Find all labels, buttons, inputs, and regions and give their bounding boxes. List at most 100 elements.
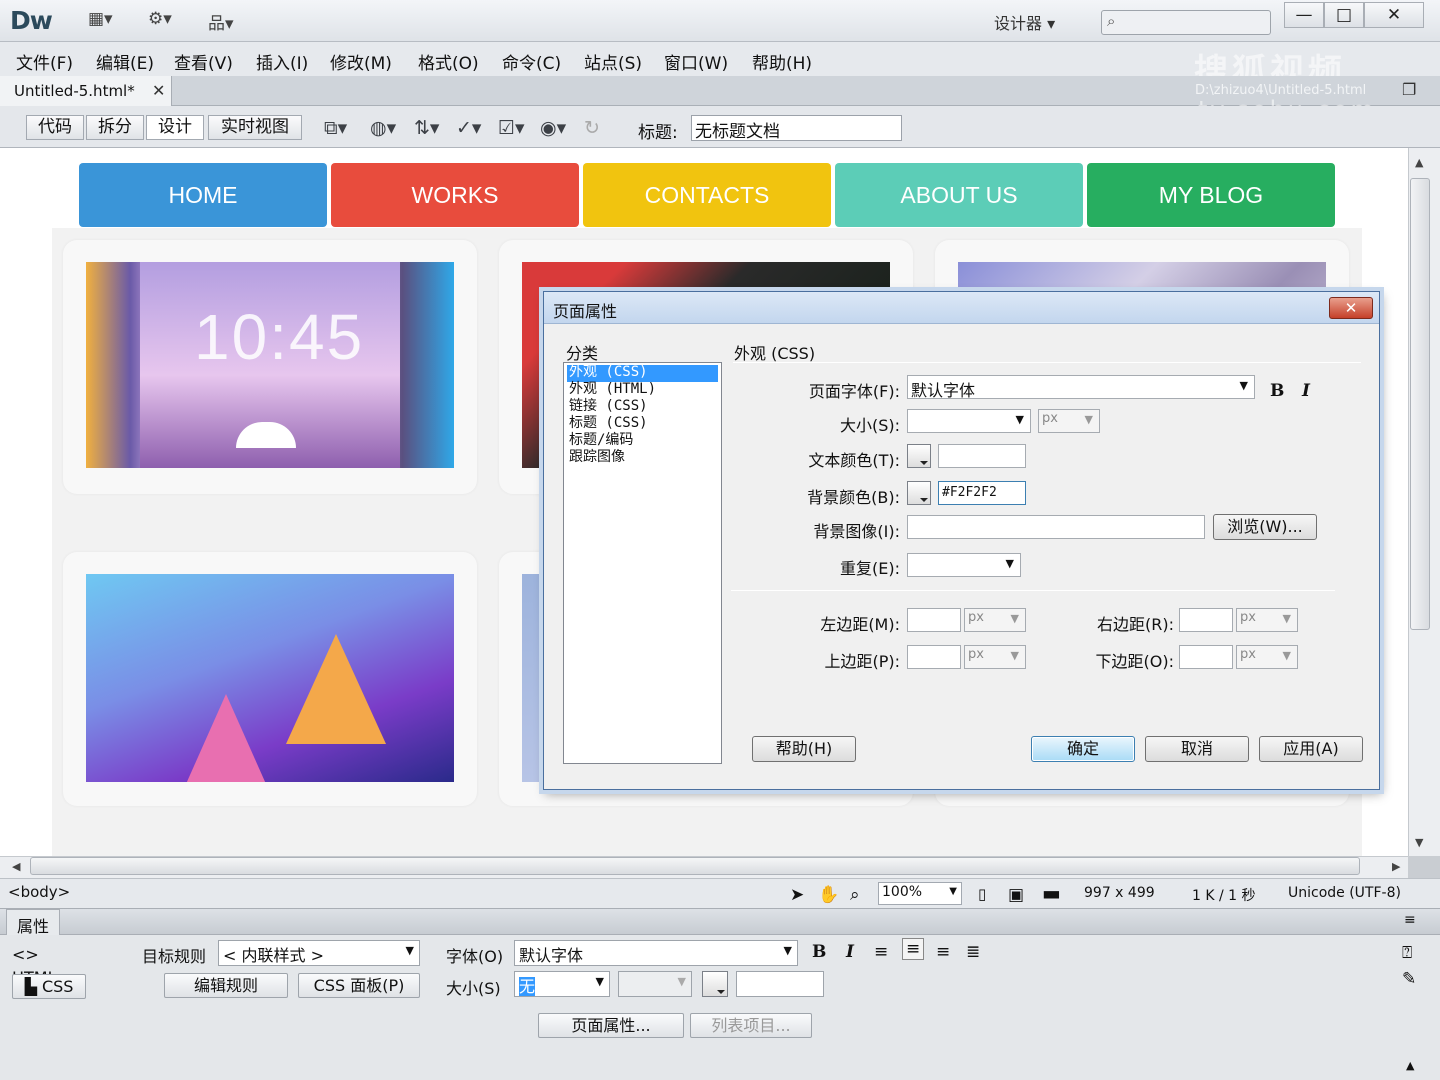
code-view-button[interactable]: 代码 (26, 115, 84, 140)
ok-button[interactable]: 确定 (1031, 736, 1135, 762)
document-tab[interactable]: Untitled-5.html* ✕ (0, 76, 172, 106)
category-tracing-image[interactable]: 跟踪图像 (567, 450, 718, 467)
gear-icon[interactable]: ⚙▾ (148, 9, 172, 29)
align-right-icon[interactable]: ≡ (936, 942, 950, 962)
list-item-button[interactable]: 列表项目... (690, 1013, 812, 1038)
visual-aids-icon[interactable]: ◉▾ (540, 117, 566, 139)
background-image-input[interactable] (907, 515, 1205, 539)
align-justify-icon[interactable]: ≣ (966, 942, 980, 962)
scroll-down-icon[interactable]: ▼ (1415, 836, 1423, 849)
font-select[interactable]: 默认字体 ▼ (514, 940, 798, 966)
bold-button[interactable]: B (812, 942, 826, 962)
split-view-button[interactable]: 拆分 (86, 115, 144, 140)
align-left-icon[interactable]: ≡ (874, 942, 888, 962)
dialog-italic-button[interactable]: I (1302, 381, 1310, 401)
nav-home[interactable]: HOME (79, 163, 327, 227)
dialog-close-button[interactable]: ✕ (1329, 297, 1373, 319)
scroll-right-icon[interactable]: ▶ (1392, 860, 1400, 873)
menu-format[interactable]: 格式(O) (418, 49, 479, 74)
browse-button[interactable]: 浏览(W)... (1213, 514, 1317, 540)
maximize-button[interactable]: □ (1324, 2, 1364, 28)
tag-selector[interactable]: <body> (8, 883, 70, 901)
zoom-select[interactable]: 100% ▼ (878, 882, 962, 905)
help-button[interactable]: 帮助(H) (752, 736, 856, 762)
menu-window[interactable]: 窗口(W) (664, 49, 728, 74)
site-icon[interactable]: 品▾ (208, 9, 234, 34)
panel-menu-icon[interactable]: ≡ (1404, 912, 1416, 928)
menu-file[interactable]: 文件(F) (16, 49, 73, 74)
category-appearance-html[interactable]: 外观 (HTML) (567, 382, 718, 399)
quick-tag-editor-icon[interactable]: ✎ (1402, 969, 1416, 989)
text-color-swatch[interactable] (907, 444, 931, 468)
minimize-button[interactable]: — (1284, 2, 1324, 28)
desktop-size-icon[interactable]: ▬ (1042, 881, 1061, 905)
live-view-button[interactable]: 实时视图 (208, 115, 302, 140)
left-margin-input[interactable] (907, 608, 961, 632)
menu-modify[interactable]: 修改(M) (330, 49, 392, 74)
restore-icon[interactable]: ❐ (1402, 80, 1416, 99)
file-management-icon[interactable]: ⇅▾ (414, 117, 439, 139)
workspace-switcher[interactable]: 设计器 ▾ (994, 10, 1055, 34)
bottom-margin-input[interactable] (1179, 645, 1233, 669)
help-icon[interactable]: ⍰ (1402, 943, 1412, 963)
cancel-button[interactable]: 取消 (1145, 736, 1249, 762)
category-list[interactable]: 外观 (CSS) 外观 (HTML) 链接 (CSS) 标题 (CSS) 标题/… (563, 362, 722, 764)
scroll-up-icon[interactable]: ▲ (1415, 156, 1423, 169)
search-input[interactable]: ⌕ (1101, 10, 1271, 35)
size-unit-select[interactable]: ▼ (618, 971, 692, 997)
mobile-size-icon[interactable]: ▯ (978, 885, 986, 903)
size-select[interactable]: ▼ (907, 409, 1031, 433)
page-font-select[interactable]: 默认字体 ▼ (907, 375, 1255, 400)
menu-commands[interactable]: 命令(C) (502, 49, 561, 74)
zoom-tool-icon[interactable]: ⌕ (850, 885, 860, 905)
right-margin-unit[interactable]: px ▼ (1236, 608, 1298, 632)
nav-contacts[interactable]: CONTACTS (583, 163, 831, 227)
italic-button[interactable]: I (846, 942, 854, 962)
edit-rule-button[interactable]: 编辑规则 (164, 973, 288, 998)
horizontal-scroll-thumb[interactable] (30, 857, 1360, 875)
dialog-bold-button[interactable]: B (1270, 381, 1284, 401)
multiscreen-icon[interactable]: ⧉▾ (324, 117, 347, 139)
size-select[interactable]: 无 ▼ (514, 971, 610, 997)
page-title-input[interactable]: 无标题文档 (691, 115, 902, 142)
scroll-left-icon[interactable]: ◀ (12, 860, 20, 873)
hand-tool-icon[interactable]: ✋ (818, 885, 839, 905)
window-size[interactable]: 997 x 499 (1084, 885, 1155, 901)
background-color-swatch[interactable] (907, 481, 931, 505)
vertical-scroll-thumb[interactable] (1410, 178, 1430, 630)
tablet-size-icon[interactable]: ▣ (1008, 885, 1024, 905)
nav-about-us[interactable]: ABOUT US (835, 163, 1083, 227)
target-rule-select[interactable]: < 内联样式 > ▼ (218, 940, 420, 966)
bottom-margin-unit[interactable]: px ▼ (1236, 645, 1298, 669)
menu-edit[interactable]: 编辑(E) (96, 49, 154, 74)
menu-view[interactable]: 查看(V) (174, 49, 233, 74)
menu-help[interactable]: 帮助(H) (752, 49, 812, 74)
refresh-icon[interactable]: ↻ (584, 117, 600, 139)
color-swatch[interactable] (702, 971, 728, 997)
check-browser-icon[interactable]: ☑▾ (498, 117, 525, 139)
html-mode-button[interactable]: <> HTML (12, 943, 84, 987)
category-appearance-css[interactable]: 外观 (CSS) (567, 365, 718, 382)
category-headings-css[interactable]: 标题 (CSS) (567, 416, 718, 433)
browser-preview-icon[interactable]: ◍▾ (370, 117, 396, 139)
select-tool-icon[interactable]: ➤ (790, 885, 804, 905)
properties-tab[interactable]: 属性 (6, 909, 60, 936)
close-button[interactable]: ✕ (1364, 2, 1424, 28)
menu-insert[interactable]: 插入(I) (256, 49, 308, 74)
menu-site[interactable]: 站点(S) (584, 49, 642, 74)
layout-icon[interactable]: ▦▾ (88, 9, 113, 29)
design-view-button[interactable]: 设计 (146, 115, 204, 140)
size-unit-select[interactable]: px ▼ (1038, 409, 1100, 433)
text-color-input[interactable] (938, 444, 1026, 468)
page-properties-button[interactable]: 页面属性... (538, 1013, 684, 1038)
category-links-css[interactable]: 链接 (CSS) (567, 399, 718, 416)
css-mode-button[interactable]: ▙ CSS (12, 974, 86, 999)
repeat-select[interactable]: ▼ (907, 553, 1021, 577)
category-title-encoding[interactable]: 标题/编码 (567, 433, 718, 450)
nav-my-blog[interactable]: MY BLOG (1087, 163, 1335, 227)
apply-button[interactable]: 应用(A) (1259, 736, 1363, 762)
close-tab-icon[interactable]: ✕ (152, 81, 165, 100)
background-color-input[interactable]: #F2F2F2 (938, 481, 1026, 505)
nav-works[interactable]: WORKS (331, 163, 579, 227)
w3c-validation-icon[interactable]: ✓▾ (456, 117, 481, 139)
